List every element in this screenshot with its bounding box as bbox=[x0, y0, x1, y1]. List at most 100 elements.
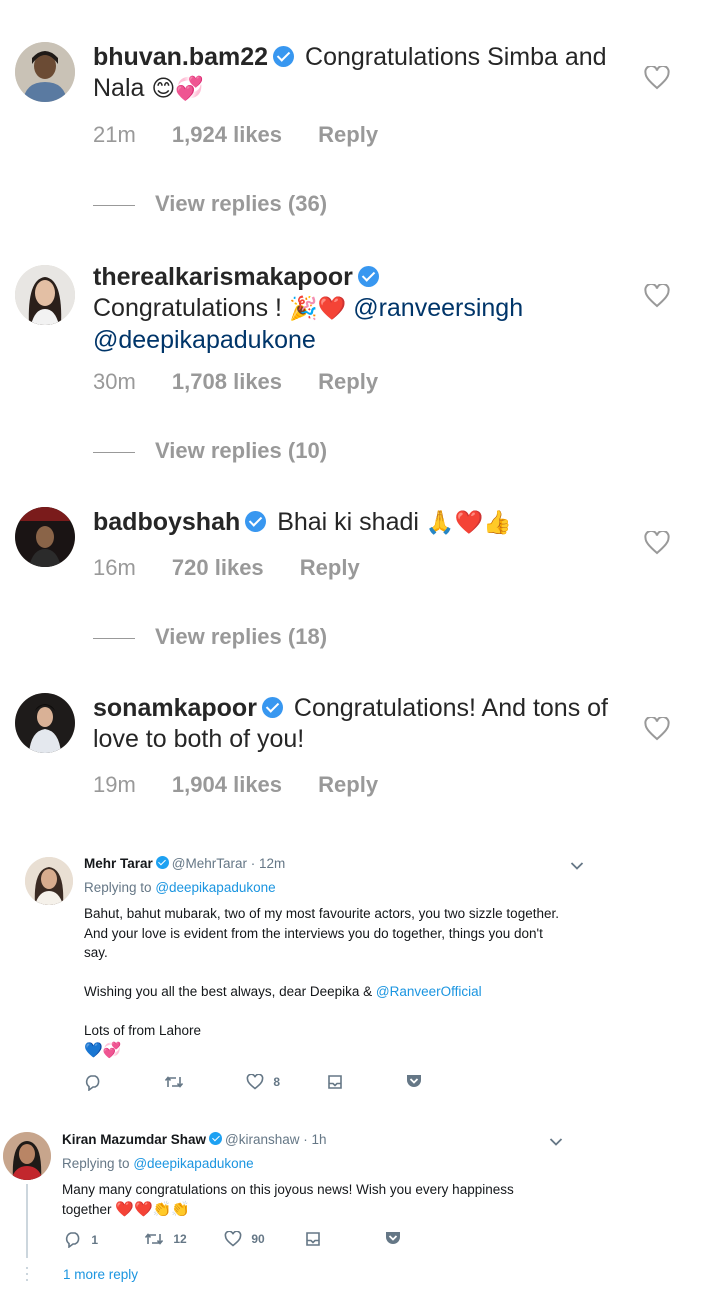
message-button[interactable] bbox=[305, 1231, 321, 1247]
reply-button[interactable]: Reply bbox=[318, 772, 378, 797]
like-button[interactable]: 90 bbox=[224, 1230, 265, 1247]
display-name[interactable]: Kiran Mazumdar Shaw bbox=[62, 1132, 206, 1147]
tweet-line: Many many congratulations on this joyous… bbox=[62, 1182, 514, 1197]
thread-dots bbox=[26, 1267, 28, 1269]
avatar[interactable] bbox=[3, 1132, 51, 1180]
view-replies-button[interactable]: View replies (36) bbox=[93, 191, 327, 217]
like-heart-icon[interactable] bbox=[644, 717, 670, 741]
likes-count[interactable]: 1,708 likes bbox=[172, 369, 282, 394]
mention-link[interactable]: @ranveersingh bbox=[353, 294, 523, 322]
view-replies-button[interactable]: View replies (10) bbox=[93, 438, 327, 464]
retweet-icon bbox=[164, 1076, 184, 1088]
view-replies-label: View replies (18) bbox=[155, 624, 328, 649]
mention-link[interactable]: @RanveerOfficial bbox=[376, 984, 482, 999]
view-replies-label: View replies (36) bbox=[155, 191, 328, 216]
comment-text: badboyshah Bhai ki shadi 🙏❤️👍 bbox=[93, 507, 613, 539]
retweet-button[interactable]: 12 bbox=[144, 1231, 187, 1247]
tweet-header: Kiran Mazumdar Shaw @kiranshaw · 1h bbox=[62, 1132, 327, 1147]
avatar[interactable] bbox=[15, 693, 75, 753]
comment-body: Congratulations ! bbox=[93, 294, 283, 322]
tweet-line: together ❤️❤️👏👏 bbox=[62, 1200, 582, 1220]
verified-badge-icon bbox=[209, 1132, 223, 1145]
like-count: 90 bbox=[251, 1232, 265, 1246]
reply-icon bbox=[65, 1232, 80, 1249]
chevron-down-icon[interactable] bbox=[549, 1137, 563, 1147]
divider bbox=[93, 204, 135, 206]
more-reply-link[interactable]: 1 more reply bbox=[63, 1267, 138, 1282]
username[interactable]: therealkarismakapoor bbox=[93, 263, 353, 291]
comment-text: bhuvan.bam22 Congratulations Simba and N… bbox=[93, 42, 613, 105]
reply-count: 1 bbox=[91, 1232, 99, 1247]
tweet-line: And your love is evident from the interv… bbox=[84, 925, 543, 941]
retweet-button[interactable] bbox=[164, 1074, 190, 1090]
reply-button[interactable]: Reply bbox=[318, 369, 378, 394]
emoji-group: 😊💞 bbox=[151, 76, 204, 102]
avatar[interactable] bbox=[15, 507, 75, 567]
chevron-down-icon[interactable] bbox=[570, 861, 584, 871]
pocket-icon bbox=[386, 1232, 400, 1245]
tweet-time[interactable]: · 1h bbox=[303, 1132, 326, 1147]
comment-meta: 21m 1,924 likes Reply bbox=[93, 122, 408, 148]
replying-to: Replying to @deepikapadukone bbox=[62, 1156, 254, 1171]
replying-to: Replying to @deepikapadukone bbox=[84, 880, 276, 895]
pocket-icon bbox=[407, 1075, 421, 1088]
replying-label: Replying to bbox=[84, 880, 152, 895]
divider bbox=[93, 637, 135, 639]
view-replies-button[interactable]: View replies (18) bbox=[93, 624, 327, 650]
pocket-button[interactable] bbox=[385, 1231, 401, 1246]
comment-body: Bhai ki shadi bbox=[277, 508, 419, 536]
like-count: 8 bbox=[273, 1075, 281, 1089]
tweet-actions: 8 bbox=[84, 1073, 444, 1094]
reply-button[interactable]: Reply bbox=[318, 122, 378, 147]
comment-text: sonamkapoor Congratulations! And tons of… bbox=[93, 693, 613, 755]
emoji-group: ❤️❤️👏👏 bbox=[115, 1199, 191, 1218]
like-heart-icon[interactable] bbox=[644, 284, 670, 308]
tweet-time[interactable]: · 12m bbox=[251, 856, 286, 871]
username[interactable]: sonamkapoor bbox=[93, 694, 257, 722]
heart-icon bbox=[224, 1230, 242, 1247]
like-button[interactable]: 8 bbox=[246, 1073, 281, 1090]
replying-mention[interactable]: @deepikapadukone bbox=[155, 880, 275, 895]
message-button[interactable] bbox=[327, 1074, 343, 1090]
tweet-text: Wishing you all the best always, dear De… bbox=[84, 984, 373, 999]
likes-count[interactable]: 1,924 likes bbox=[172, 122, 282, 147]
reply-icon bbox=[85, 1075, 100, 1092]
retweet-icon bbox=[144, 1233, 164, 1245]
mention-link[interactable]: @deepikapadukone bbox=[93, 326, 316, 354]
comment-meta: 16m 720 likes Reply bbox=[93, 555, 390, 581]
like-heart-icon[interactable] bbox=[644, 531, 670, 555]
verified-badge-icon bbox=[273, 46, 295, 67]
thread-dots bbox=[26, 1273, 28, 1275]
pocket-button[interactable] bbox=[406, 1074, 422, 1089]
reply-button[interactable] bbox=[84, 1074, 108, 1092]
tweet-body: Many many congratulations on this joyous… bbox=[62, 1180, 582, 1219]
comment-meta: 30m 1,708 likes Reply bbox=[93, 369, 408, 395]
verified-badge-icon bbox=[245, 511, 267, 532]
replying-label: Replying to bbox=[62, 1156, 130, 1171]
avatar[interactable] bbox=[15, 265, 75, 325]
like-heart-icon[interactable] bbox=[644, 66, 670, 90]
comment-meta: 19m 1,904 likes Reply bbox=[93, 772, 408, 798]
divider bbox=[93, 451, 135, 453]
tweet-line: Bahut, bahut mubarak, two of my most fav… bbox=[84, 906, 559, 921]
tweet-line: Lots of from Lahore bbox=[84, 1023, 202, 1038]
avatar[interactable] bbox=[25, 857, 73, 905]
verified-badge-icon bbox=[261, 697, 283, 718]
username[interactable]: bhuvan.bam22 bbox=[93, 43, 268, 71]
comment-time: 30m bbox=[93, 369, 136, 394]
reply-button[interactable]: 1 bbox=[64, 1231, 99, 1249]
handle[interactable]: @kiranshaw bbox=[225, 1132, 299, 1147]
emoji-group: 💙💞 bbox=[84, 1040, 122, 1059]
likes-count[interactable]: 720 likes bbox=[172, 555, 264, 580]
avatar[interactable] bbox=[15, 42, 75, 102]
likes-count[interactable]: 1,904 likes bbox=[172, 772, 282, 797]
retweet-count: 12 bbox=[173, 1232, 187, 1246]
view-replies-label: View replies (10) bbox=[155, 438, 328, 463]
display-name[interactable]: Mehr Tarar bbox=[84, 856, 153, 871]
tweet-body: Bahut, bahut mubarak, two of my most fav… bbox=[84, 904, 604, 1060]
username[interactable]: badboyshah bbox=[93, 508, 240, 536]
handle[interactable]: @MehrTarar bbox=[172, 856, 247, 871]
reply-button[interactable]: Reply bbox=[300, 555, 360, 580]
replying-mention[interactable]: @deepikapadukone bbox=[133, 1156, 253, 1171]
tweet-line: say. bbox=[84, 945, 108, 960]
